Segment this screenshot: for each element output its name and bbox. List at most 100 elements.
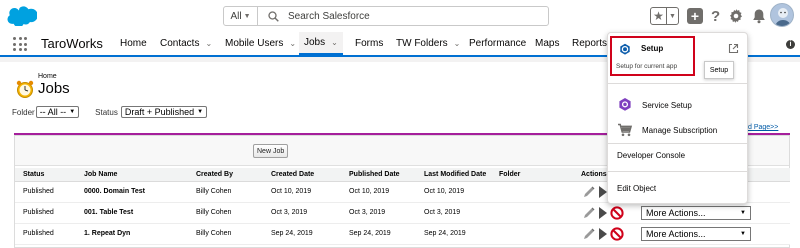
nav-item-label: Reports (572, 38, 608, 49)
menu-item-service-setup[interactable]: Service Setup (617, 97, 692, 113)
nav-item-label: Mobile Users (225, 38, 284, 49)
cell-published-date: Sep 24, 2019 (349, 230, 391, 237)
search-scope-select[interactable]: All ▼ (224, 7, 258, 25)
chevron-down-icon[interactable]: ⌄ (331, 38, 338, 47)
cell-job-name[interactable]: 001. Table Test (84, 209, 133, 216)
chevron-down-icon[interactable]: ⌄ (205, 39, 212, 48)
status-filter-select[interactable]: Draft + Published ▼ (120, 106, 208, 118)
column-header-actions: Actions (581, 171, 607, 178)
new-job-button[interactable]: New Job (253, 144, 289, 158)
nav-item-home[interactable]: Home (115, 32, 152, 55)
select-arrow-icon: ▼ (740, 231, 746, 237)
menu-item-setup-description: Setup for current app (616, 63, 678, 70)
cell-status: Published (23, 230, 54, 237)
menu-divider (608, 171, 747, 172)
run-play-icon[interactable] (599, 207, 607, 219)
nav-item-label: Maps (535, 38, 560, 49)
cell-published-date: Oct 3, 2019 (349, 209, 386, 216)
column-header-status[interactable]: Status (23, 171, 44, 178)
favorites-star-icon[interactable]: ★ (651, 8, 667, 24)
nav-item-forms[interactable]: Forms (350, 32, 388, 55)
folder-filter-select[interactable]: -- All -- ▼ (35, 106, 80, 118)
more-actions-value: More Actions... (646, 208, 706, 218)
nav-item-reports[interactable]: Reports (567, 32, 612, 55)
nav-item-label: Jobs (304, 37, 326, 48)
search-input[interactable] (288, 10, 538, 22)
salesforce-window: All ▼ ★ ▼ + ? (0, 0, 800, 248)
setup-gear-icon (620, 43, 630, 55)
edit-pencil-icon[interactable] (582, 227, 596, 241)
header-utility-icons: ★ ▼ + ? (650, 6, 766, 26)
help-question-icon[interactable]: ? (711, 8, 720, 25)
chevron-down-icon: ▼ (243, 12, 251, 20)
more-actions-select[interactable]: More Actions... ▼ (641, 227, 751, 241)
menu-divider (608, 143, 747, 144)
info-icon[interactable]: i (786, 40, 795, 49)
cell-created-by: Billy Cohen (196, 188, 232, 195)
menu-item-setup[interactable]: Setup (641, 44, 663, 53)
column-header-folder[interactable]: Folder (499, 171, 520, 178)
setup-gear-icon[interactable] (728, 8, 744, 24)
page-title: Jobs (38, 80, 70, 97)
cell-created-by: Billy Cohen (196, 230, 232, 237)
menu-item-label: Edit Object (617, 184, 657, 193)
chevron-down-icon[interactable]: ⌄ (454, 39, 461, 48)
user-avatar[interactable] (770, 3, 794, 27)
cell-created-by: Billy Cohen (196, 209, 232, 216)
cell-created-date: Oct 3, 2019 (271, 209, 308, 216)
cell-published-date: Oct 10, 2019 (349, 188, 390, 195)
global-header: All ▼ ★ ▼ + ? (0, 0, 800, 32)
salesforce-cloud-logo[interactable] (7, 5, 37, 26)
search-icon (268, 10, 284, 22)
menu-item-developer-console[interactable]: Developer Console (617, 151, 685, 160)
nav-item-jobs[interactable]: Jobs ⌄ (299, 32, 343, 55)
unpublish-prohibited-icon[interactable] (610, 206, 624, 220)
unpublish-prohibited-icon[interactable] (610, 227, 624, 241)
column-header-published-date[interactable]: Published Date (349, 171, 400, 178)
nav-item-maps[interactable]: Maps (530, 32, 564, 55)
setup-tooltip: Setup (704, 61, 734, 79)
breadcrumb[interactable]: Home (38, 73, 57, 80)
status-filter-label: Status (95, 107, 118, 117)
menu-item-edit-object[interactable]: Edit Object (617, 184, 656, 193)
select-arrow-icon: ▼ (197, 109, 204, 115)
row-action-icons (582, 206, 624, 220)
global-search-box[interactable]: All ▼ (223, 6, 549, 26)
nav-item-tw-folders[interactable]: TW Folders ⌄ (391, 32, 465, 55)
menu-item-manage-subscription[interactable]: Manage Subscription (617, 123, 717, 137)
column-header-created-by[interactable]: Created By (196, 171, 233, 178)
next-page-link[interactable]: d Page>> (748, 124, 778, 131)
nav-item-contacts[interactable]: Contacts ⌄ (155, 32, 217, 55)
nav-item-performance[interactable]: Performance (464, 32, 531, 55)
edit-pencil-icon[interactable] (582, 206, 596, 220)
favorites-chevron-down-icon[interactable]: ▼ (667, 8, 678, 24)
cell-created-date: Oct 10, 2019 (271, 188, 312, 195)
cell-job-name[interactable]: 1. Repeat Dyn (84, 230, 130, 237)
global-actions-plus-icon[interactable]: + (687, 8, 703, 24)
edit-pencil-icon[interactable] (582, 185, 596, 199)
favorites-button-group[interactable]: ★ ▼ (650, 7, 679, 25)
filter-row: Folder -- All -- ▼ Status Draft + Publish… (12, 106, 208, 118)
app-launcher-icon[interactable] (13, 37, 27, 51)
notifications-bell-icon[interactable] (752, 8, 766, 24)
column-header-last-modified-date[interactable]: Last Modified Date (424, 171, 486, 178)
column-header-job-name[interactable]: Job Name (84, 171, 117, 178)
chevron-down-icon[interactable]: ⌄ (289, 39, 296, 48)
table-row: Published 1. Repeat Dyn Billy Cohen Sep … (15, 224, 790, 245)
cell-job-name[interactable]: 0000. Domain Test (84, 188, 145, 195)
status-filter-value: Draft + Published (124, 107, 195, 117)
more-actions-select[interactable]: More Actions... ▼ (641, 206, 751, 220)
open-in-new-window-icon[interactable] (728, 43, 739, 54)
column-header-created-date[interactable]: Created Date (271, 171, 314, 178)
cell-status: Published (23, 188, 54, 195)
cell-last-modified-date: Sep 24, 2019 (424, 230, 466, 237)
row-action-icons (582, 227, 624, 241)
cell-last-modified-date: Oct 10, 2019 (424, 188, 465, 195)
run-play-icon[interactable] (599, 186, 607, 198)
nav-item-label: Forms (355, 38, 384, 49)
search-scope-value: All (230, 10, 242, 22)
run-play-icon[interactable] (599, 228, 607, 240)
nav-item-label: Performance (469, 38, 527, 49)
table-row: Published 001. Table Test Billy Cohen Oc… (15, 203, 790, 224)
nav-item-mobile-users[interactable]: Mobile Users ⌄ (220, 32, 301, 55)
